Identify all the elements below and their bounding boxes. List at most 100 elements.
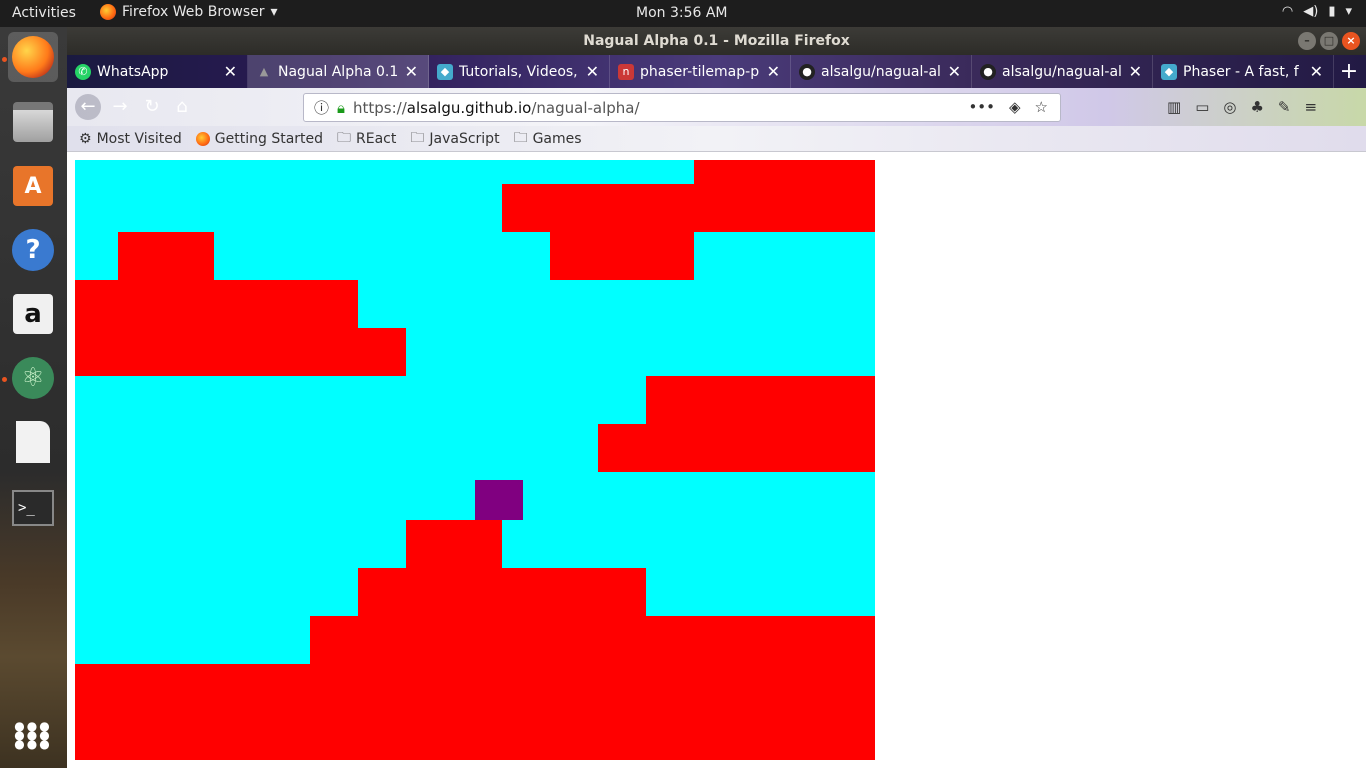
- close-icon[interactable]: ✕: [767, 62, 780, 81]
- dock-help[interactable]: ?: [8, 225, 58, 275]
- forward-button[interactable]: →: [107, 94, 133, 120]
- whatsapp-icon: ✆: [75, 63, 91, 80]
- dock-files[interactable]: [8, 97, 58, 147]
- nagual-icon: ▲: [259, 65, 269, 78]
- dock-firefox[interactable]: [8, 32, 58, 82]
- terminal-icon: >_: [12, 490, 54, 526]
- tab-strip: ✆ WhatsApp ✕ ▲ Nagual Alpha 0.1 ✕ ◆ Tuto…: [67, 55, 1366, 88]
- tab-label: alsalgu/nagual-al: [1002, 63, 1122, 80]
- wall-tile: [550, 232, 694, 280]
- tab-label: alsalgu/nagual-al: [821, 63, 941, 80]
- shopping-bag-icon: A: [13, 166, 53, 206]
- page-actions-icon[interactable]: •••: [968, 98, 995, 116]
- lock-icon: 🔒︎: [337, 98, 345, 117]
- tab-label: phaser-tilemap-p: [640, 63, 760, 80]
- chevron-down-icon: ▾: [270, 4, 278, 20]
- wall-tile: [502, 184, 875, 232]
- firefox-icon: [100, 4, 116, 20]
- library-icon[interactable]: ▥: [1167, 98, 1181, 116]
- url-text: https://alsalgu.github.io/nagual-alpha/: [353, 98, 640, 117]
- phaser-icon: ◆: [437, 63, 453, 80]
- bookmark-folder-games[interactable]: 🗀 Games: [514, 127, 582, 151]
- github-icon: ●: [980, 63, 996, 80]
- navigation-toolbar: ← → ↻ ⌂ ⓘ 🔒︎ https://alsalgu.github.io/n…: [67, 88, 1366, 126]
- folder-icon: 🗀: [410, 129, 425, 146]
- dock-amazon[interactable]: a: [8, 289, 58, 339]
- running-indicator: [2, 377, 7, 382]
- system-tray[interactable]: ◠ ◀) ▮ ▾: [1282, 4, 1352, 19]
- close-window-button[interactable]: ×: [1342, 32, 1360, 50]
- wall-tile: [646, 376, 875, 424]
- wall-tile: [694, 160, 875, 184]
- battery-icon: ▮: [1328, 4, 1336, 19]
- running-indicator: [2, 57, 7, 62]
- tab-whatsapp[interactable]: ✆ WhatsApp ✕: [67, 55, 248, 88]
- info-icon[interactable]: ⓘ: [314, 97, 329, 118]
- volume-icon: ◀): [1303, 4, 1319, 19]
- bookmark-most-visited[interactable]: ⚙ Most Visited: [79, 131, 182, 147]
- phaser-icon: ◆: [1161, 63, 1177, 80]
- bookmark-star-icon[interactable]: ☆: [1035, 98, 1048, 116]
- reload-button[interactable]: ↻: [139, 94, 165, 120]
- help-icon: ?: [12, 229, 54, 271]
- tab-nagual[interactable]: ▲ Nagual Alpha 0.1 ✕: [248, 55, 429, 88]
- sidebar-icon[interactable]: ▭: [1195, 98, 1209, 116]
- tab-label: Phaser - A fast, f: [1183, 63, 1299, 80]
- close-icon[interactable]: ✕: [1129, 62, 1142, 81]
- bookmarks-toolbar: ⚙ Most Visited Getting Started 🗀 REact 🗀 Ja…: [67, 126, 1366, 152]
- back-button[interactable]: ←: [75, 94, 101, 120]
- folder-icon: 🗀: [513, 129, 528, 146]
- tab-phaser[interactable]: ◆ Phaser - A fast, f ✕: [1153, 55, 1334, 88]
- player-sprite: [475, 480, 523, 520]
- close-icon[interactable]: ✕: [948, 62, 961, 81]
- new-tab-button[interactable]: +: [1334, 55, 1364, 88]
- window-title-bar: Nagual Alpha 0.1 - Mozilla Firefox – □ ×: [67, 27, 1366, 55]
- app-grid-icon: ●●● ●●● ●●●: [14, 718, 52, 751]
- dock: A ? a ⚛ >_ ●●● ●●● ●●●: [0, 27, 67, 768]
- wifi-icon: ◠: [1281, 4, 1294, 19]
- amazon-icon: a: [13, 294, 53, 334]
- github-icon: ●: [799, 63, 815, 80]
- close-icon[interactable]: ✕: [1310, 62, 1323, 81]
- npm-icon: n: [618, 63, 634, 80]
- tab-label: Nagual Alpha 0.1: [278, 63, 399, 80]
- pocket-icon[interactable]: ◈: [1009, 98, 1021, 116]
- clock[interactable]: Mon 3:56 AM: [636, 5, 728, 21]
- app-menu[interactable]: Firefox Web Browser ▾: [100, 4, 278, 20]
- dock-atom[interactable]: ⚛: [8, 353, 58, 403]
- tab-github-1[interactable]: ● alsalgu/nagual-al ✕: [791, 55, 972, 88]
- page-content: [67, 152, 1366, 768]
- eyedropper-icon[interactable]: ✎: [1278, 98, 1291, 116]
- bookmark-folder-javascript[interactable]: 🗀 JavaScript: [410, 127, 499, 151]
- wall-tile: [75, 280, 358, 328]
- home-button[interactable]: ⌂: [169, 94, 195, 120]
- dock-software[interactable]: A: [8, 161, 58, 211]
- file-cabinet-icon: [13, 102, 53, 142]
- maximize-button[interactable]: □: [1320, 32, 1338, 50]
- wall-tile: [406, 520, 502, 568]
- wall-tile: [358, 568, 646, 616]
- dock-libreoffice[interactable]: [8, 417, 58, 467]
- tab-npm[interactable]: n phaser-tilemap-p ✕: [610, 55, 791, 88]
- tab-github-2[interactable]: ● alsalgu/nagual-al ✕: [972, 55, 1153, 88]
- bookmark-folder-react[interactable]: 🗀 REact: [337, 127, 396, 151]
- wall-tile: [310, 616, 875, 664]
- menu-icon[interactable]: ≡: [1305, 98, 1318, 116]
- close-icon[interactable]: ✕: [586, 62, 599, 81]
- close-icon[interactable]: ✕: [405, 62, 418, 81]
- app-menu-label: Firefox Web Browser: [122, 4, 265, 20]
- extension-icon[interactable]: ◎: [1223, 98, 1236, 116]
- bookmark-getting-started[interactable]: Getting Started: [195, 131, 323, 147]
- tab-tutorials[interactable]: ◆ Tutorials, Videos, ✕: [429, 55, 610, 88]
- wall-tile: [598, 424, 875, 472]
- dock-terminal[interactable]: >_: [8, 483, 58, 533]
- game-canvas[interactable]: [75, 160, 875, 760]
- close-icon[interactable]: ✕: [224, 62, 237, 81]
- extension-icon-2[interactable]: ♣: [1250, 98, 1263, 116]
- activities-button[interactable]: Activities: [12, 5, 76, 21]
- firefox-icon: [195, 131, 210, 146]
- address-bar[interactable]: ⓘ 🔒︎ https://alsalgu.github.io/nagual-al…: [303, 93, 1061, 122]
- tab-label: Tutorials, Videos,: [459, 63, 578, 80]
- minimize-button[interactable]: –: [1298, 32, 1316, 50]
- show-applications-button[interactable]: ●●● ●●● ●●●: [8, 710, 58, 760]
